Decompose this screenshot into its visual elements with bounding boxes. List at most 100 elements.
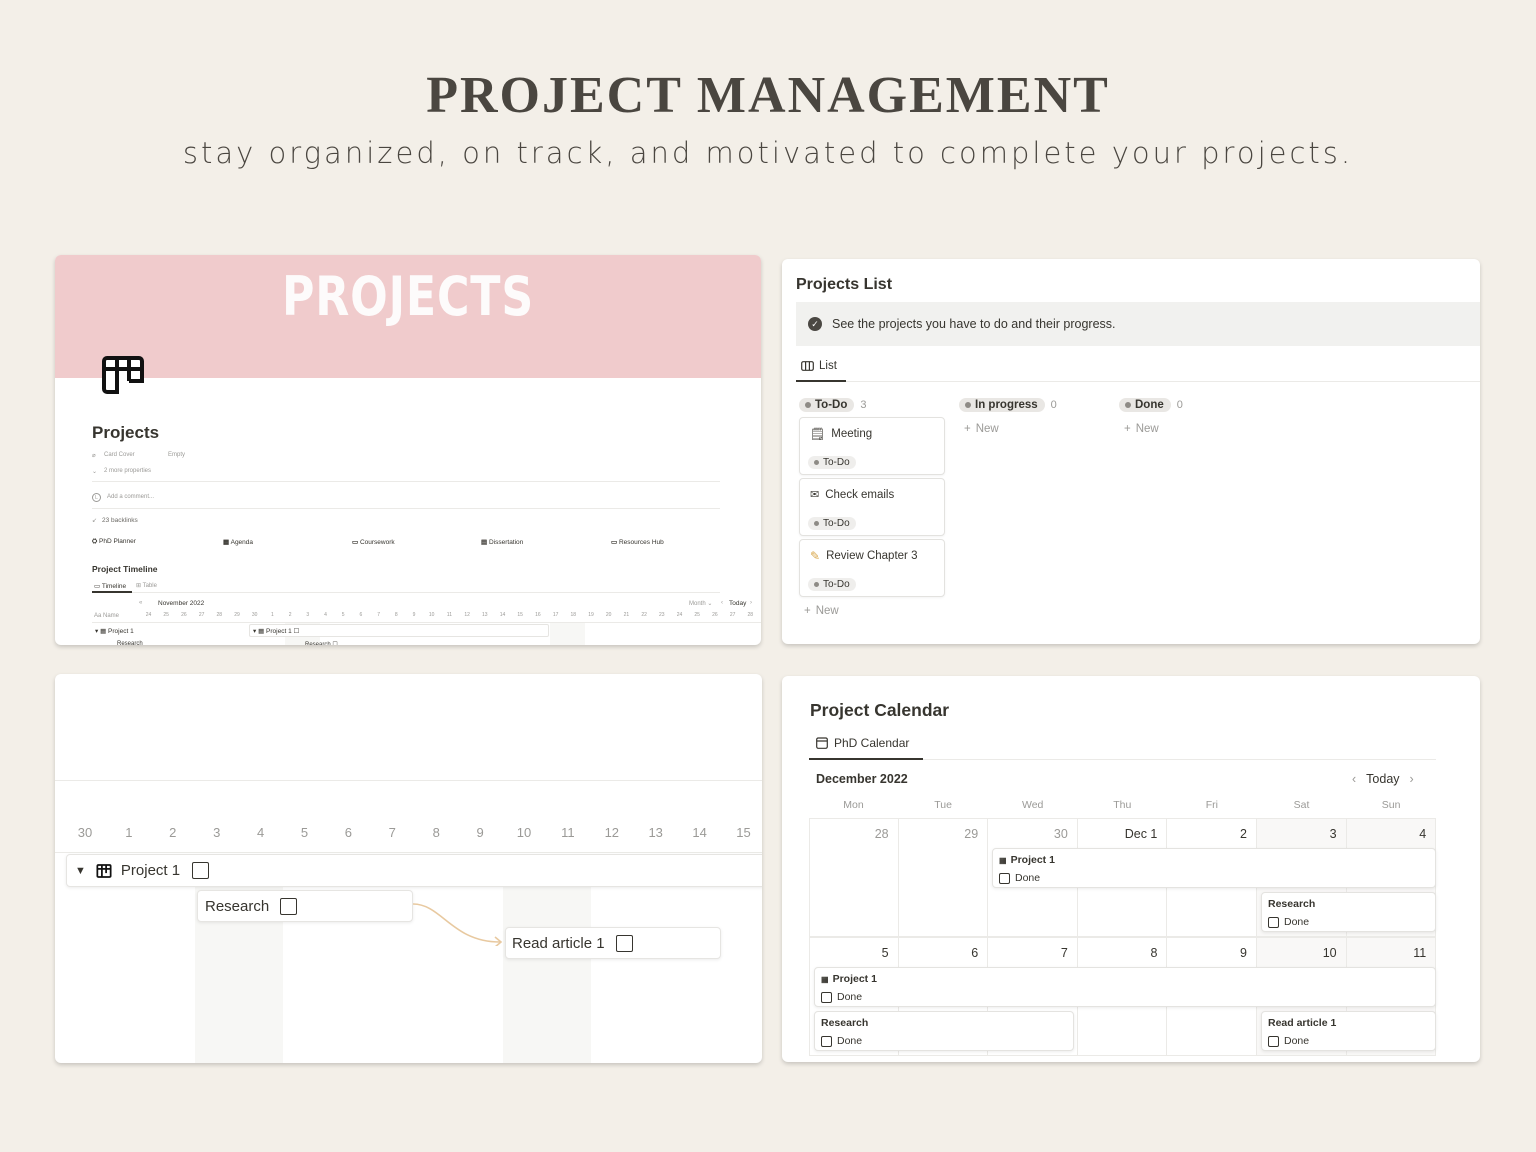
timeline-day: 12: [604, 825, 620, 840]
done-checkbox[interactable]: [615, 934, 633, 952]
link-dissertation[interactable]: ▤ Dissertation: [481, 538, 523, 546]
today-button[interactable]: Today: [729, 600, 746, 607]
board-card[interactable]: ✉ Check emails To-Do: [799, 478, 945, 536]
tab-phd-calendar[interactable]: PhD Calendar: [816, 736, 909, 750]
plus-icon: +: [964, 423, 971, 435]
link-agenda[interactable]: ▦ Agenda: [223, 538, 253, 546]
card-cover-label: Card Cover: [104, 452, 135, 458]
timeline-day: 2: [169, 825, 177, 840]
comment-input[interactable]: Add a comment...: [107, 494, 154, 500]
timeline-day: 15: [517, 612, 523, 618]
calendar-day-cell[interactable]: 29: [898, 818, 989, 937]
scroll-icon: ▤: [481, 539, 488, 546]
status-badge: To-Do: [799, 398, 855, 412]
timeline-day: 19: [588, 612, 594, 618]
check-circle-icon: ✓: [808, 317, 822, 331]
more-properties-toggle[interactable]: 2 more properties: [104, 468, 151, 474]
calendar-day-cell[interactable]: 28: [809, 818, 899, 937]
expand-toggle-icon[interactable]: ▼: [75, 865, 86, 877]
calendar-event[interactable]: ▦ Project 1 Done: [992, 848, 1436, 888]
done-checkbox[interactable]: [1268, 916, 1279, 928]
new-card-button[interactable]: + New: [804, 605, 839, 617]
timeline-day: 21: [623, 612, 630, 618]
link-phd-planner[interactable]: ⛭ PhD Planner: [92, 538, 136, 546]
weekend-shade: [550, 623, 585, 645]
next-arrow-icon[interactable]: ›: [750, 600, 752, 606]
timeline-day: 1: [271, 612, 274, 618]
row-research[interactable]: Research: [117, 641, 143, 645]
projects-list-panel: Projects List ✓ See the projects you hav…: [782, 259, 1480, 644]
link-resources-hub[interactable]: ▭ Resources Hub: [611, 538, 664, 546]
tab-list[interactable]: List: [801, 360, 837, 372]
timeline-bar-project-1[interactable]: ▾ ▦ Project 1 ☐: [249, 624, 549, 637]
board-card[interactable]: ✎ Review Chapter 3 To-Do: [799, 539, 945, 597]
timeline-day: 25: [694, 612, 700, 618]
done-checkbox[interactable]: [821, 991, 832, 1003]
tab-table[interactable]: ⊞ Table: [136, 582, 157, 589]
page-title: Projects: [92, 423, 160, 442]
calendar-icon: ▦: [223, 539, 230, 546]
new-card-button[interactable]: + New: [1124, 423, 1159, 435]
hero-subtitle: stay organized, on track, and motivated …: [182, 136, 1354, 170]
calendar-event[interactable]: Research Done: [814, 1011, 1074, 1051]
calendar-event[interactable]: ▦ Project 1 Done: [814, 967, 1436, 1007]
weekday-label: Fri: [1205, 799, 1219, 811]
projects-page-panel: PROJECTS Projects ⌀ Card Cover Empty ⌄ 2…: [55, 255, 761, 645]
weekend-shade: [503, 885, 591, 1063]
calendar-event[interactable]: Research Done: [1261, 892, 1436, 932]
envelope-icon: ✉: [810, 489, 820, 501]
timeline-day: 10: [428, 612, 435, 618]
column-count: 0: [1050, 399, 1057, 411]
board-card[interactable]: 🗒 Meeting To-Do: [799, 417, 945, 475]
hero-title: PROJECT MANAGEMENT: [426, 67, 1110, 124]
calendar-event[interactable]: Read article 1 Done: [1261, 1011, 1436, 1051]
backlinks-toggle[interactable]: 23 backlinks: [102, 517, 138, 524]
prev-month-button[interactable]: ‹: [1352, 772, 1356, 786]
view-select[interactable]: Month ⌄: [689, 600, 712, 607]
link-coursework[interactable]: ▭ Coursework: [352, 538, 395, 546]
weekday-label: Tue: [934, 799, 952, 811]
collapse-icon[interactable]: «: [139, 600, 142, 606]
timeline-bar-project-1[interactable]: ▼ Project 1: [66, 854, 762, 887]
prev-arrow-icon[interactable]: ‹: [721, 600, 723, 606]
done-checkbox[interactable]: [821, 1035, 832, 1047]
day-number: 2: [1240, 827, 1247, 841]
done-checkbox[interactable]: [999, 872, 1010, 884]
divider: [55, 780, 762, 781]
timeline-day: 5: [341, 612, 345, 618]
today-button[interactable]: Today: [1366, 772, 1399, 786]
timeline-bar-research[interactable]: Research: [197, 890, 413, 922]
tab-timeline[interactable]: ▭ Timeline: [94, 582, 126, 590]
done-checkbox[interactable]: [1268, 1035, 1279, 1047]
status-badge: In progress: [959, 398, 1045, 412]
timeline-day: 14: [692, 825, 707, 840]
cover-title: PROJECTS: [281, 265, 535, 328]
divider: [92, 481, 720, 482]
timeline-day: 10: [516, 825, 532, 840]
done-checkbox[interactable]: [280, 897, 298, 915]
timeline-day: 29: [234, 612, 240, 618]
plus-icon: +: [1124, 423, 1131, 435]
timeline-day: 24: [676, 612, 683, 618]
status-badge: To-Do: [808, 578, 856, 591]
timeline-day: 14: [499, 612, 506, 618]
timeline-day: 16: [535, 612, 541, 618]
view-tabs: List: [796, 356, 1480, 382]
timeline-day: 8: [394, 612, 398, 618]
timeline-bar-research[interactable]: Research ☐: [305, 641, 338, 645]
new-card-button[interactable]: + New: [964, 423, 999, 435]
row-project-1[interactable]: ▾ ▦ Project 1: [95, 627, 134, 635]
list-title: Projects List: [796, 276, 893, 293]
timeline-bar-read-article-1[interactable]: Read article 1: [505, 927, 721, 959]
folder-icon: ▭: [611, 539, 618, 546]
status-badge: To-Do: [808, 517, 856, 530]
timeline-day: 28: [747, 612, 754, 618]
graduation-cap-icon: ⛭: [92, 538, 98, 545]
kanban-board-icon[interactable]: [101, 355, 145, 395]
card-cover-value[interactable]: Empty: [168, 452, 185, 458]
laptop-icon: ▭: [352, 539, 359, 546]
next-month-button[interactable]: ›: [1410, 772, 1414, 786]
divider: [92, 592, 720, 593]
calendar-month: December 2022: [816, 772, 908, 786]
done-checkbox[interactable]: [192, 862, 210, 879]
